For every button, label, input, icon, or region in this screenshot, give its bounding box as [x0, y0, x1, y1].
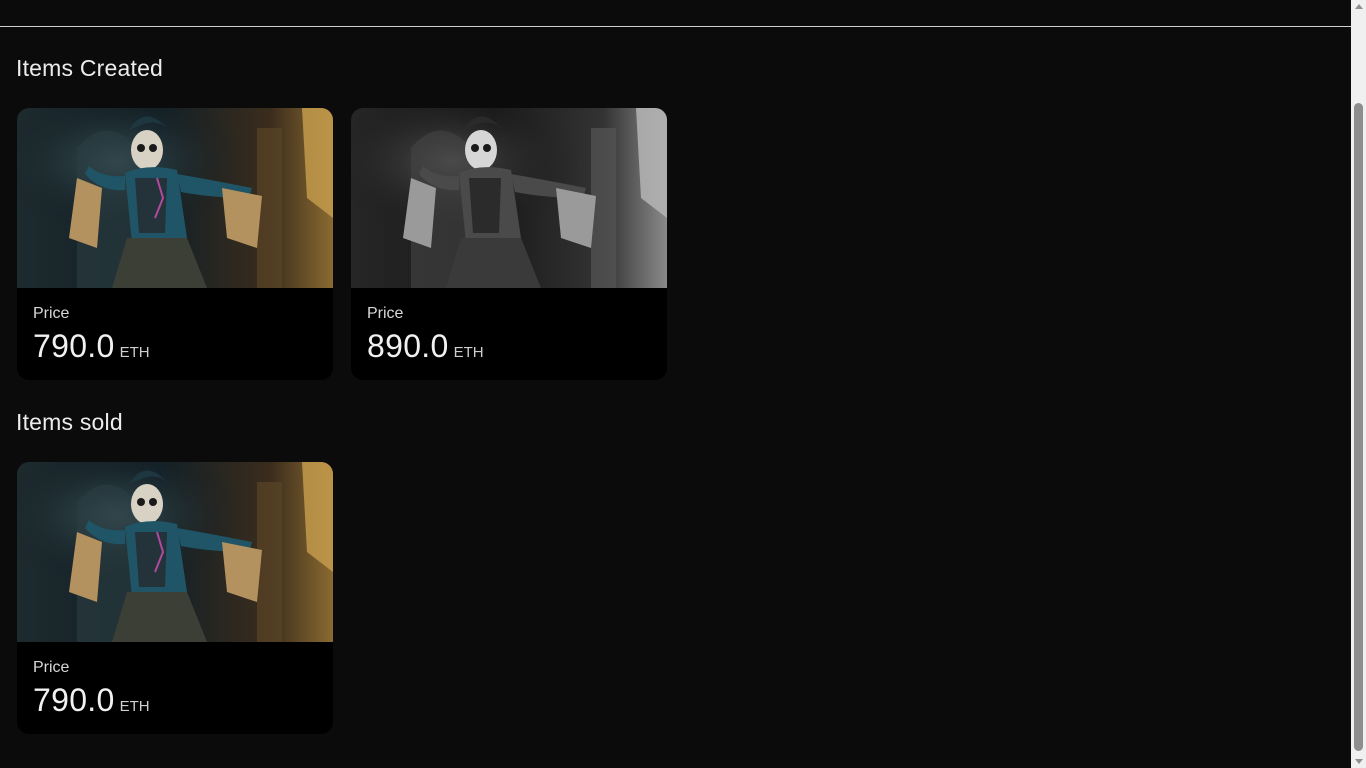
price-row: 790.0 ETH: [33, 328, 150, 365]
price-row: 790.0 ETH: [33, 682, 150, 719]
nft-image[interactable]: [17, 462, 333, 642]
price-unit: ETH: [119, 698, 150, 715]
scrollbar-thumb[interactable]: [1354, 103, 1363, 751]
nft-card[interactable]: Price 890.0 ETH: [351, 108, 667, 380]
dashboard-content: Items Created Price 790.0 ETH Price 890.…: [0, 27, 1351, 768]
nft-card[interactable]: Price 790.0 ETH: [17, 462, 333, 734]
vertical-scrollbar[interactable]: [1351, 0, 1366, 768]
price-unit: ETH: [453, 344, 484, 361]
price-label: Price: [33, 659, 70, 676]
price-value: 790.0: [33, 328, 115, 364]
items-sold-grid: Price 790.0 ETH: [17, 462, 333, 734]
items-created-grid: Price 790.0 ETH Price 890.0 ETH: [17, 108, 667, 380]
section-title-items-created: Items Created: [16, 55, 164, 81]
price-value: 890.0: [367, 328, 449, 364]
price-label: Price: [367, 305, 404, 322]
nft-image[interactable]: [17, 108, 333, 288]
price-value: 790.0: [33, 682, 115, 718]
scroll-up-arrow-icon[interactable]: [1355, 4, 1363, 9]
scroll-down-arrow-icon[interactable]: [1355, 759, 1363, 764]
top-navbar: [0, 0, 1351, 27]
nft-card[interactable]: Price 790.0 ETH: [17, 108, 333, 380]
price-row: 890.0 ETH: [367, 328, 484, 365]
price-label: Price: [33, 305, 70, 322]
price-unit: ETH: [119, 344, 150, 361]
section-title-items-sold: Items sold: [16, 409, 123, 435]
nft-image[interactable]: [351, 108, 667, 288]
